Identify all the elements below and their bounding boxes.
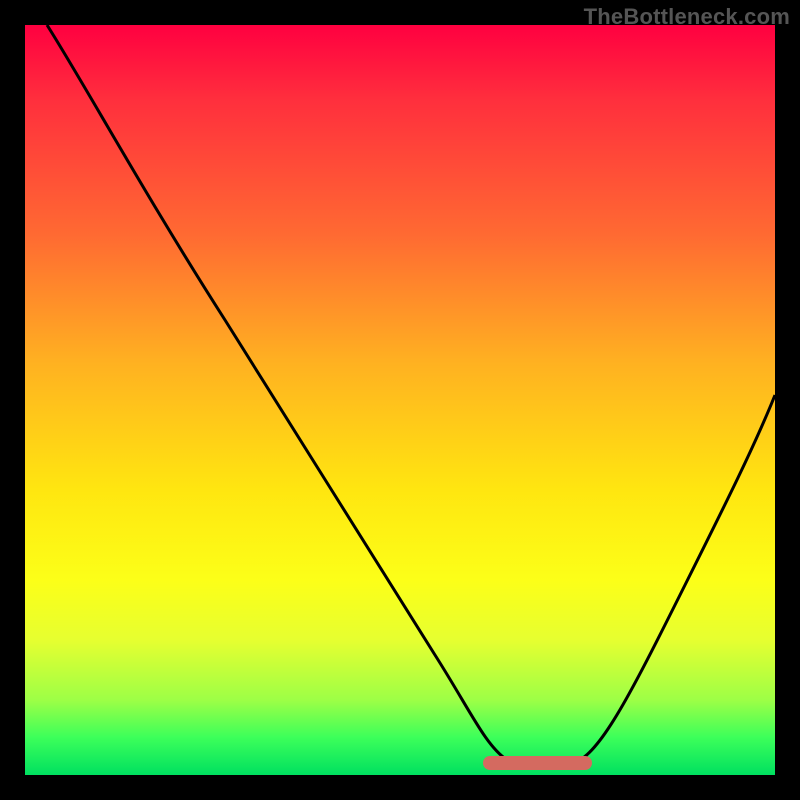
plot-area bbox=[25, 25, 775, 775]
curve-layer bbox=[25, 25, 775, 775]
chart-frame: TheBottleneck.com bbox=[0, 0, 800, 800]
watermark-text: TheBottleneck.com bbox=[584, 4, 790, 30]
bottleneck-curve bbox=[47, 25, 775, 760]
